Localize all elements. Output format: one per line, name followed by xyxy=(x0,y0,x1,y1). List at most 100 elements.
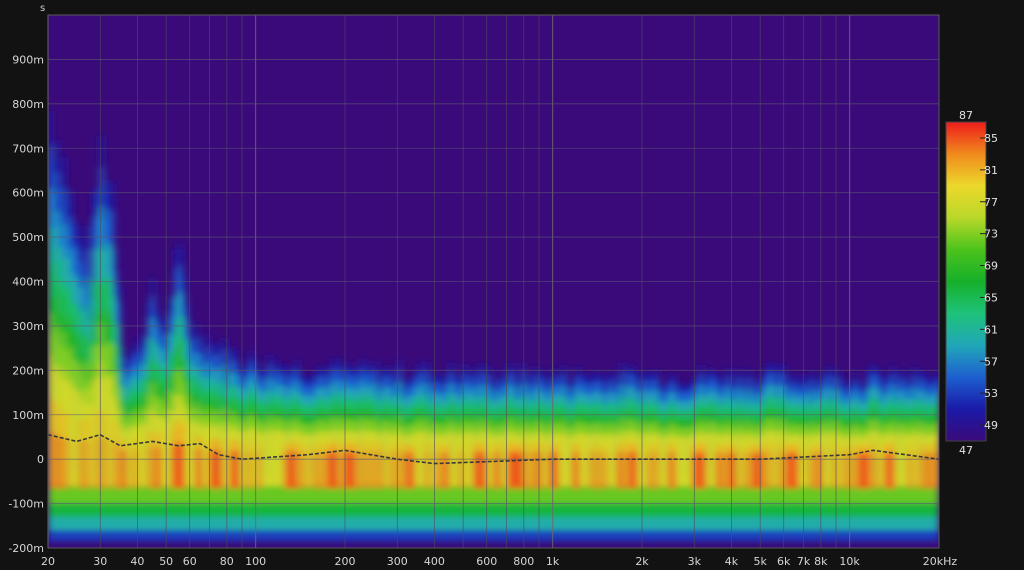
heat-cell xyxy=(678,437,683,484)
heat-cell xyxy=(61,368,66,484)
x-tick-label: 1k xyxy=(546,555,560,568)
y-tick-label: 500m xyxy=(12,231,44,244)
heat-cell xyxy=(346,451,351,489)
heat-cell xyxy=(736,431,741,484)
heat-cell xyxy=(140,421,145,484)
heat-cell xyxy=(75,389,80,484)
heat-cell xyxy=(863,453,868,489)
heat-cell xyxy=(366,451,371,489)
heat-cell xyxy=(404,452,409,489)
color-scale-label: 81 xyxy=(984,164,998,177)
heat-cell xyxy=(637,437,642,484)
x-tick-label: 10k xyxy=(839,555,860,568)
heat-cell xyxy=(212,449,217,489)
heat-cell xyxy=(771,430,776,484)
heat-cell xyxy=(442,453,447,489)
heat-cell xyxy=(54,433,59,489)
heat-cell xyxy=(507,451,512,489)
color-scale-label: 73 xyxy=(984,228,998,241)
heat-cell xyxy=(911,431,916,484)
heat-cell xyxy=(884,452,889,489)
x-tick-label: 50 xyxy=(159,555,173,568)
heat-cell xyxy=(236,451,241,489)
heat-cell xyxy=(202,427,207,484)
heat-cell xyxy=(85,440,90,489)
heat-cell xyxy=(712,432,717,484)
color-scale-label: 77 xyxy=(984,196,998,209)
heat-cell xyxy=(901,432,906,484)
heat-cell xyxy=(517,453,522,489)
heat-cell xyxy=(596,452,601,489)
heat-cell xyxy=(476,452,481,489)
heat-cell xyxy=(520,451,525,489)
heat-cell xyxy=(479,451,484,489)
heat-cell xyxy=(534,451,539,489)
heat-cell xyxy=(445,452,450,489)
heat-cell xyxy=(853,433,858,484)
heat-cell xyxy=(109,376,114,484)
heat-cell xyxy=(126,428,131,484)
heat-cell xyxy=(589,452,594,489)
heat-cell xyxy=(849,452,854,489)
color-scale-label: 53 xyxy=(984,387,998,400)
heat-cell xyxy=(805,433,810,484)
heat-cell xyxy=(897,433,902,484)
heat-cell xyxy=(668,452,673,489)
x-tick-label: 6k xyxy=(777,555,791,568)
x-tick-label: 20 xyxy=(41,555,55,568)
heat-cell xyxy=(311,452,316,489)
heat-cell xyxy=(102,437,107,489)
heat-cell xyxy=(644,432,649,484)
heat-cell xyxy=(825,431,830,484)
heat-cell xyxy=(829,436,834,484)
heat-cell xyxy=(119,450,124,489)
heat-cell xyxy=(459,453,464,489)
y-tick-label: 700m xyxy=(12,142,44,155)
heat-cell xyxy=(753,452,758,489)
color-scale-label: 61 xyxy=(984,323,998,336)
heat-cell xyxy=(229,450,234,489)
heat-cell xyxy=(544,436,549,484)
heat-cell xyxy=(250,426,255,484)
heat-cell xyxy=(185,413,190,484)
heat-cell xyxy=(359,451,364,489)
heat-cell xyxy=(233,450,238,489)
y-tick-label: 0 xyxy=(37,453,44,466)
heat-cell xyxy=(65,438,70,489)
heat-cell xyxy=(287,451,292,489)
heat-cell xyxy=(877,432,882,484)
heat-cell xyxy=(675,436,680,484)
heat-cell xyxy=(860,453,865,489)
heat-cell xyxy=(699,451,704,489)
heat-cell xyxy=(178,441,183,489)
y-tick-label: 900m xyxy=(12,53,44,66)
heat-cell xyxy=(414,432,419,484)
heat-cell xyxy=(411,452,416,489)
heat-cell xyxy=(867,452,872,489)
heat-cell xyxy=(822,432,827,484)
heat-cell xyxy=(812,432,817,484)
heat-cell xyxy=(815,452,820,489)
heat-cell xyxy=(157,447,162,489)
heat-cell xyxy=(181,444,186,489)
x-tick-label: 30 xyxy=(93,555,107,568)
heat-cell xyxy=(466,433,471,484)
heat-cell xyxy=(664,437,669,484)
x-tick-label: 100 xyxy=(245,555,266,568)
heat-cell xyxy=(627,451,632,489)
heat-cell xyxy=(424,451,429,489)
heat-cell xyxy=(95,437,101,489)
heat-cell xyxy=(634,452,639,489)
heat-cell xyxy=(915,436,920,484)
x-tick-label: 3k xyxy=(688,555,702,568)
heat-cell xyxy=(716,452,721,489)
heat-cell xyxy=(188,421,193,484)
heat-cell xyxy=(610,432,615,484)
heat-cell xyxy=(613,436,618,484)
heat-cell xyxy=(921,433,926,484)
heat-cell xyxy=(260,433,265,484)
heat-cell xyxy=(205,421,210,484)
x-tick-label: 800 xyxy=(513,555,534,568)
color-scale-label: 49 xyxy=(984,419,998,432)
x-tick-label: 5k xyxy=(754,555,768,568)
